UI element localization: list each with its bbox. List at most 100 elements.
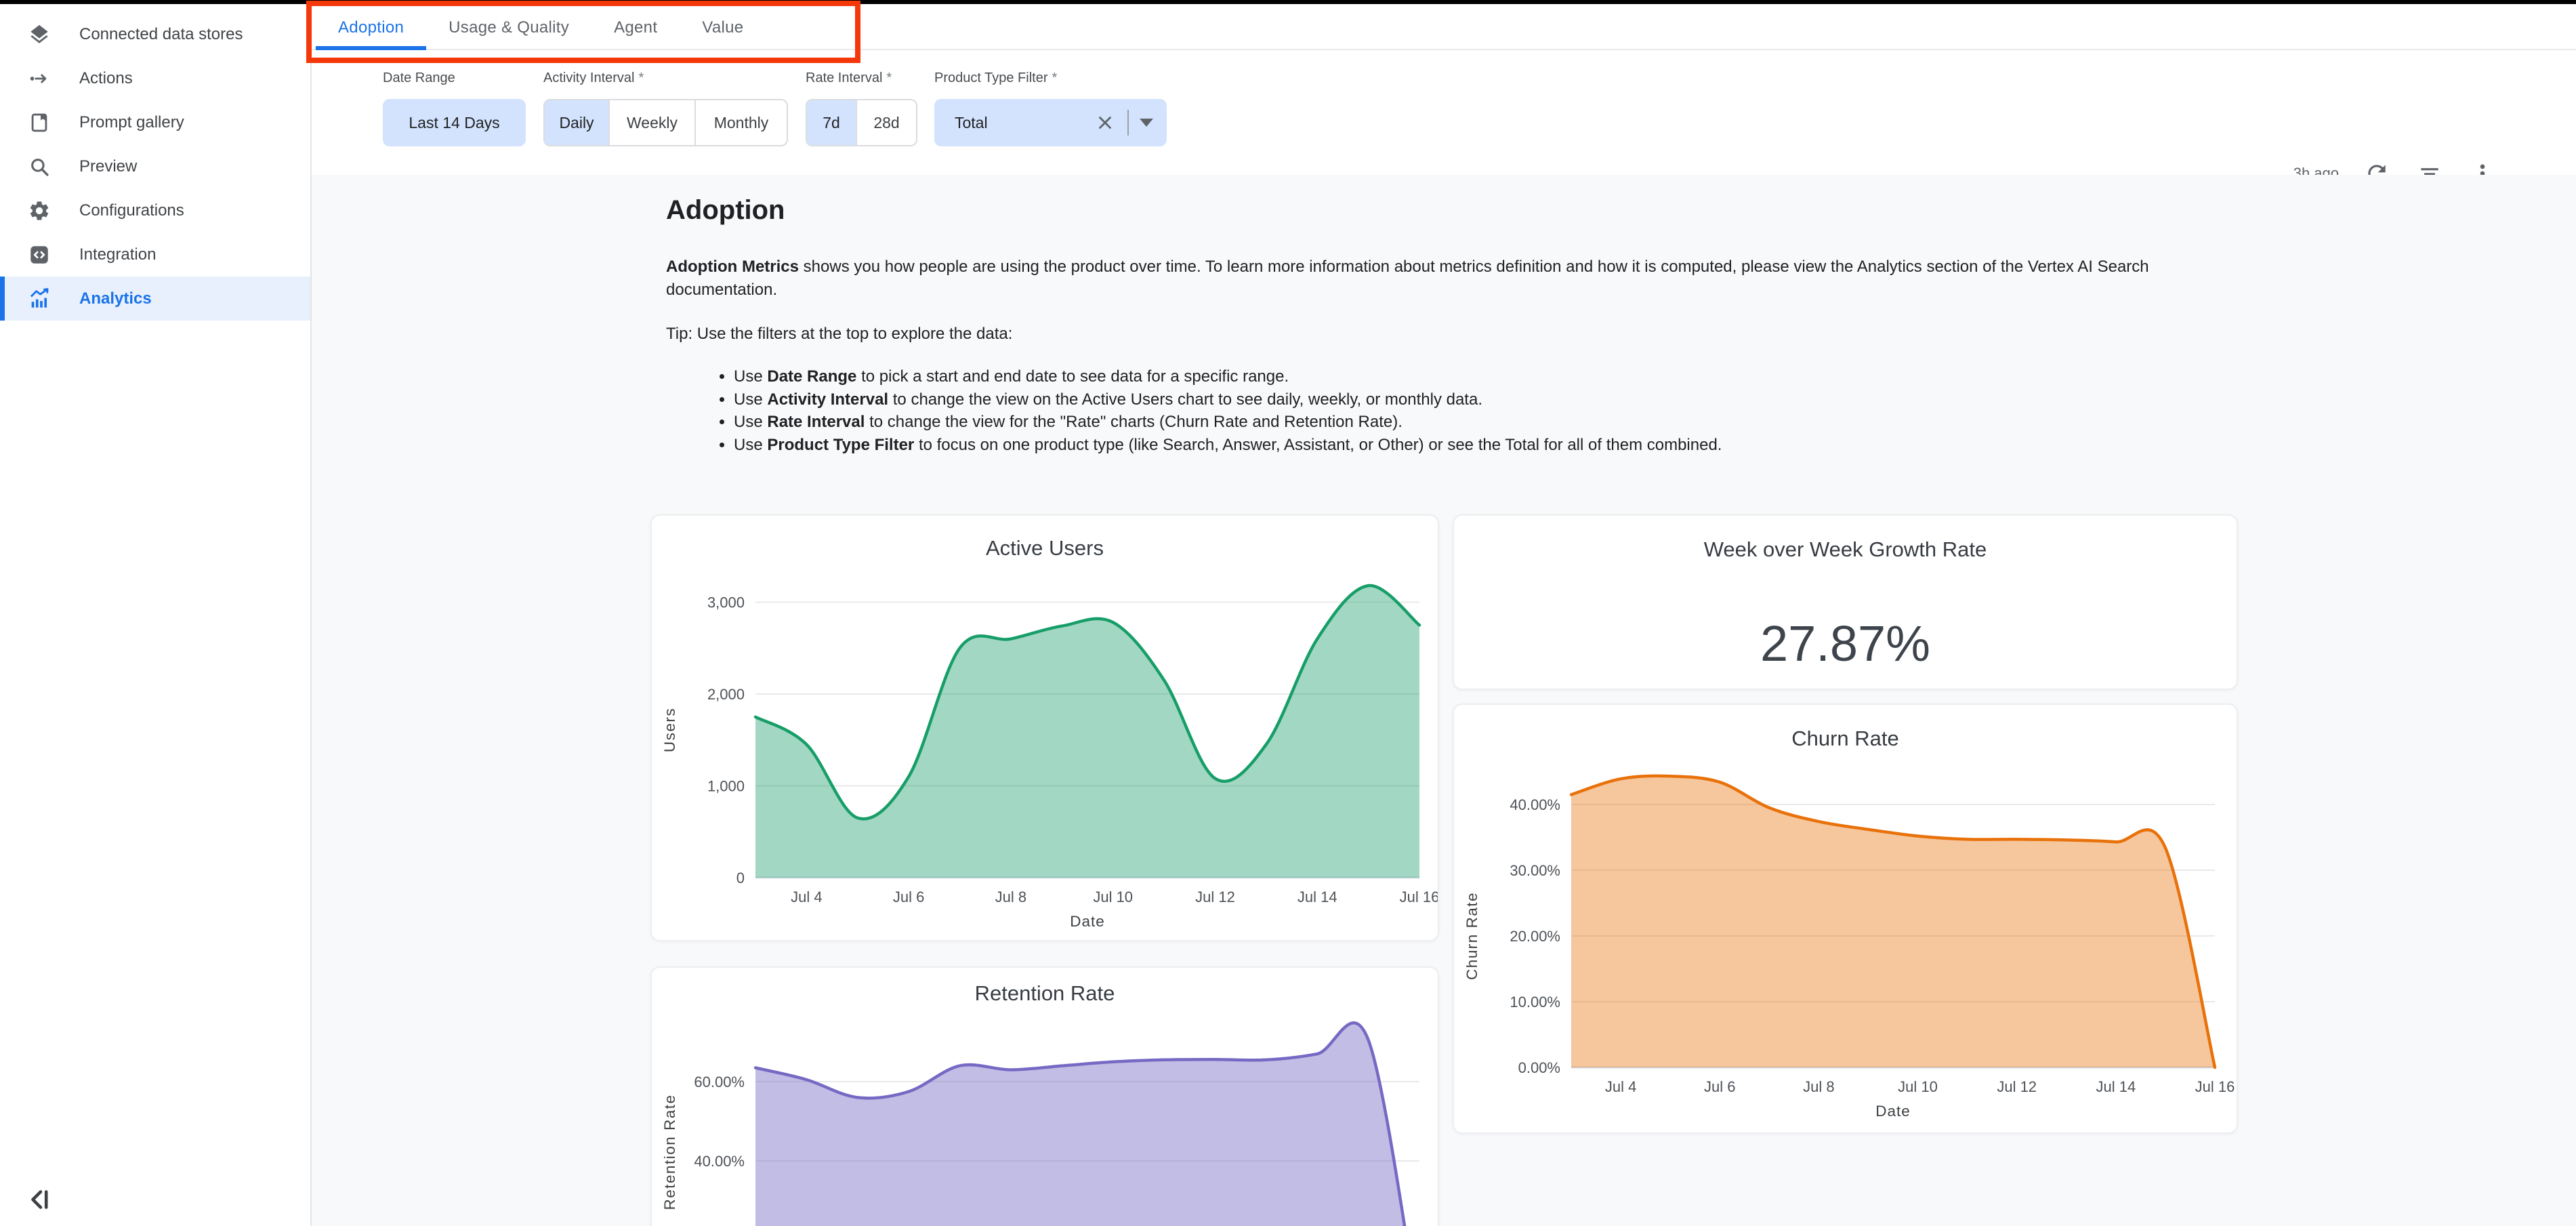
svg-text:10.00%: 10.00%	[1510, 994, 1560, 1010]
product-type-select[interactable]: Total	[934, 99, 1167, 146]
rate-interval-option-7d[interactable]: 7d	[807, 100, 856, 145]
page-title: Adoption	[666, 195, 2576, 226]
sidebar-item-actions[interactable]: Actions	[0, 56, 310, 100]
card-wow-growth: Week over Week Growth Rate 27.87%	[1453, 514, 2238, 690]
sidebar-item-prompt-gallery[interactable]: Prompt gallery	[0, 100, 310, 144]
sidebar-item-configurations[interactable]: Configurations	[0, 188, 310, 232]
product-type-filter: Product Type Filter* Total	[934, 70, 1167, 146]
sidebar-item-preview[interactable]: Preview	[0, 144, 310, 188]
svg-text:Jul 12: Jul 12	[1195, 888, 1235, 905]
svg-text:1,000: 1,000	[707, 778, 745, 795]
rate-interval-option-28d[interactable]: 28d	[856, 100, 916, 145]
tab-label: Value	[702, 18, 743, 37]
sidebar-item-connected-data-stores[interactable]: Connected data stores	[0, 12, 310, 56]
data-stores-icon	[26, 22, 52, 47]
dropdown-arrow-icon[interactable]	[1140, 119, 1153, 127]
svg-text:0.00%: 0.00%	[1518, 1059, 1560, 1076]
stat-value: 27.87%	[1454, 615, 2237, 672]
integration-icon	[26, 242, 52, 268]
card-active-users: Active Users01,0002,0003,000Jul 4Jul 6Ju…	[650, 514, 1439, 941]
chart-plot-retention-rate[interactable]: 60.00%40.00%Retention Rate	[652, 968, 1439, 1226]
svg-text:30.00%: 30.00%	[1510, 862, 1560, 879]
tab-usage-quality[interactable]: Usage & Quality	[426, 4, 591, 50]
clear-filter-icon[interactable]	[1095, 113, 1115, 133]
svg-text:Jul 10: Jul 10	[1093, 888, 1133, 905]
svg-text:3,000: 3,000	[707, 594, 745, 611]
list-item: Use Rate Interval to change the view for…	[734, 411, 2576, 434]
tab-value[interactable]: Value	[680, 4, 766, 50]
tip-text: Tip: Use the filters at the top to explo…	[666, 325, 2576, 344]
svg-text:0: 0	[736, 870, 745, 886]
sidebar-item-label: Connected data stores	[79, 25, 243, 44]
date-range-button[interactable]: Last 14 Days	[383, 99, 526, 146]
card-retention-rate: Retention Rate60.00%40.00%Retention Rate	[650, 966, 1439, 1226]
svg-text:Jul 16: Jul 16	[2195, 1078, 2235, 1095]
product-type-filter-label: Product Type Filter*	[934, 70, 1167, 89]
svg-text:40.00%: 40.00%	[1510, 796, 1560, 813]
activity-interval-filter: Activity Interval* DailyWeeklyMonthly	[543, 70, 788, 146]
svg-text:Jul 16: Jul 16	[1400, 888, 1439, 905]
product-type-value: Total	[955, 114, 988, 132]
rate-interval-label: Rate Interval*	[806, 70, 917, 89]
activity-interval-label: Activity Interval*	[543, 70, 788, 89]
chart-title: Week over Week Growth Rate	[1454, 537, 2237, 562]
activity-interval-segmented: DailyWeeklyMonthly	[543, 99, 788, 146]
main-area: Adoption Usage & Quality Agent Value Date R…	[312, 4, 2576, 1226]
rate-interval-filter: Rate Interval* 7d28d	[806, 70, 917, 146]
activity-interval-option-monthly[interactable]: Monthly	[694, 100, 787, 145]
svg-text:Jul 8: Jul 8	[1803, 1078, 1834, 1095]
activity-interval-option-weekly[interactable]: Weekly	[608, 100, 694, 145]
filter-bar: Date Range Last 14 Days Activity Interva…	[312, 50, 2576, 175]
activity-interval-option-daily[interactable]: Daily	[545, 100, 608, 145]
svg-text:Jul 4: Jul 4	[791, 888, 822, 905]
card-churn-rate: Churn Rate0.00%10.00%20.00%30.00%40.00%J…	[1453, 703, 2238, 1134]
chart-plot-churn-rate[interactable]: 0.00%10.00%20.00%30.00%40.00%Jul 4Jul 6J…	[1454, 705, 2238, 1134]
tab-label: Agent	[614, 18, 657, 37]
intro-paragraph: Adoption Metrics shows you how people ar…	[666, 256, 2187, 302]
tab-label: Usage & Quality	[449, 18, 569, 37]
sidebar-item-label: Analytics	[79, 289, 152, 308]
chart-plot-active-users[interactable]: 01,0002,0003,000Jul 4Jul 6Jul 8Jul 10Jul…	[652, 516, 1439, 941]
svg-text:Churn Rate: Churn Rate	[1463, 892, 1480, 980]
tab-bar: Adoption Usage & Quality Agent Value	[312, 4, 2576, 50]
sidebar-item-label: Preview	[79, 157, 137, 176]
svg-text:Jul 14: Jul 14	[1297, 888, 1337, 905]
svg-text:Date: Date	[1875, 1103, 1911, 1120]
rate-interval-segmented: 7d28d	[806, 99, 917, 146]
svg-text:Jul 10: Jul 10	[1898, 1078, 1938, 1095]
filter-tips-list: Use Date Range to pick a start and end d…	[666, 365, 2576, 456]
sidebar-item-label: Configurations	[79, 201, 184, 220]
svg-text:Date: Date	[1070, 913, 1105, 930]
preview-icon	[26, 154, 52, 180]
svg-text:Retention Rate: Retention Rate	[661, 1094, 678, 1210]
adoption-dashboard: Adoption Adoption Metrics shows you how …	[312, 175, 2576, 1226]
svg-text:Jul 6: Jul 6	[893, 888, 924, 905]
list-item: Use Date Range to pick a start and end d…	[734, 365, 2576, 388]
svg-text:60.00%: 60.00%	[694, 1074, 745, 1090]
svg-text:2,000: 2,000	[707, 686, 745, 703]
vertex-ai-analytics-page: Connected data stores Actions Prompt galle…	[0, 0, 2576, 1226]
collapse-panel-icon[interactable]	[24, 1184, 56, 1215]
svg-text:Jul 6: Jul 6	[1704, 1078, 1735, 1095]
svg-text:Jul 14: Jul 14	[2096, 1078, 2136, 1095]
sidebar-item-label: Integration	[79, 245, 156, 264]
sidebar-item-label: Actions	[79, 69, 133, 88]
list-item: Use Activity Interval to change the view…	[734, 388, 2576, 411]
actions-icon	[26, 66, 52, 91]
prompt-gallery-icon	[26, 110, 52, 136]
list-item: Use Product Type Filter to focus on one …	[734, 434, 2576, 457]
window-top-edge	[0, 0, 2576, 4]
tab-label: Adoption	[338, 18, 404, 37]
sidebar-item-analytics[interactable]: Analytics	[0, 277, 310, 321]
sidebar-item-label: Prompt gallery	[79, 113, 184, 132]
svg-text:Jul 4: Jul 4	[1605, 1078, 1636, 1095]
sidebar-item-integration[interactable]: Integration	[0, 232, 310, 277]
date-range-filter: Date Range Last 14 Days	[383, 70, 526, 146]
tab-agent[interactable]: Agent	[591, 4, 680, 50]
analytics-icon	[26, 286, 52, 312]
date-range-label: Date Range	[383, 70, 526, 89]
chip-divider	[1127, 110, 1129, 136]
tab-adoption[interactable]: Adoption	[316, 4, 426, 50]
sidebar: Connected data stores Actions Prompt galle…	[0, 4, 312, 1226]
configurations-icon	[26, 198, 52, 224]
